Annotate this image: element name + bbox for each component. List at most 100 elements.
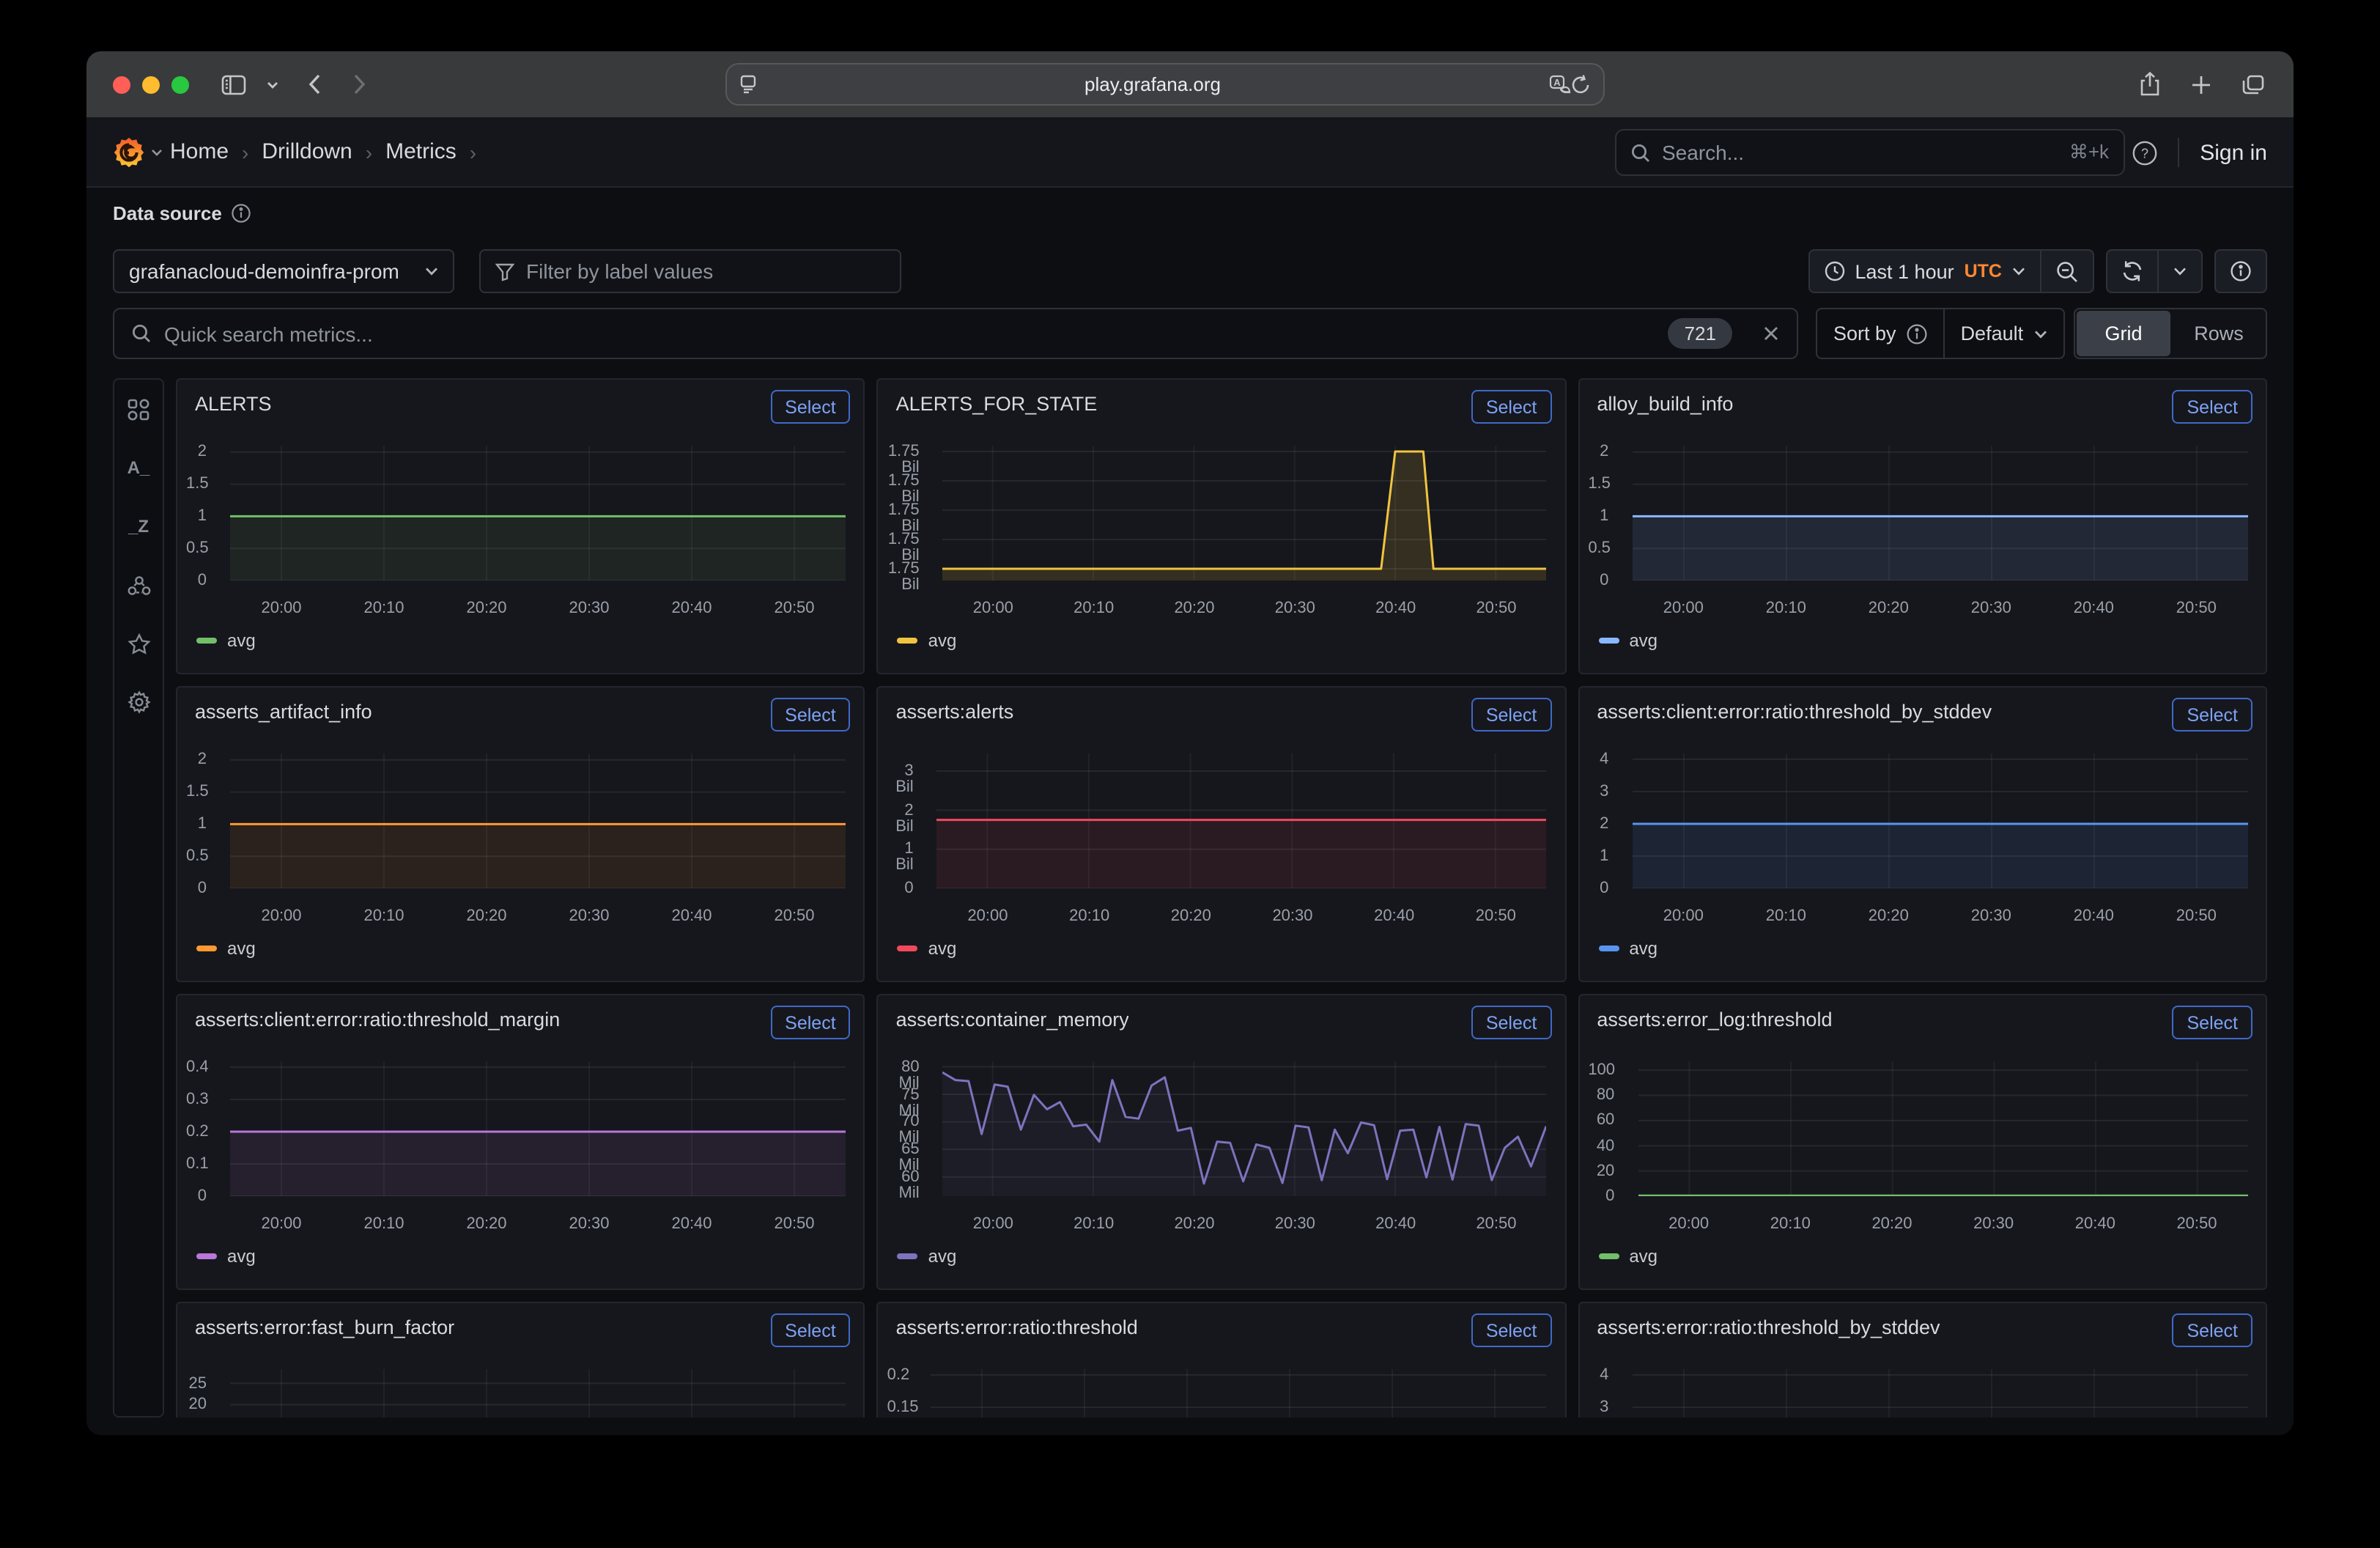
address-bar[interactable]: play.grafana.org A [725, 63, 1605, 106]
panel-select-button[interactable]: Select [1471, 1313, 1552, 1347]
panel-select-button[interactable]: Select [2173, 390, 2253, 424]
panel-select-button[interactable]: Select [770, 698, 851, 731]
x-axis-tick-label: 20:30 [1973, 1215, 2014, 1233]
breadcrumb-home[interactable]: Home [170, 139, 229, 164]
panel-legend[interactable]: avg [1598, 938, 1658, 959]
time-series-chart[interactable] [1632, 446, 2247, 580]
time-range-label: Last 1 hour [1855, 260, 1954, 282]
sort-by-select[interactable]: Default [1943, 309, 2063, 358]
data-source-select[interactable]: grafanacloud-demoinfra-prom [113, 249, 454, 293]
panel-select-button[interactable]: Select [770, 1313, 851, 1347]
panel-title: asserts:error:fast_burn_factor [195, 1316, 454, 1338]
quick-search-input[interactable]: Quick search metrics... 721 [113, 308, 1798, 359]
panel-legend[interactable]: avg [196, 1246, 256, 1267]
share-icon[interactable] [2140, 72, 2160, 97]
org-switcher-chevron-icon[interactable] [151, 148, 163, 157]
panel-legend[interactable]: avg [1598, 1246, 1658, 1267]
x-axis-tick-label: 20:40 [1374, 907, 1414, 925]
panel-legend[interactable]: avg [898, 630, 957, 651]
search-icon [1631, 143, 1650, 162]
info-icon[interactable] [1907, 323, 1927, 344]
panel-legend[interactable]: avg [898, 938, 957, 959]
view-grid-option[interactable]: Grid [2077, 311, 2170, 356]
panel-legend[interactable]: avg [898, 1246, 957, 1267]
x-axis-tick-label: 20:20 [466, 1215, 506, 1233]
chevron-down-icon [2033, 329, 2047, 338]
page-settings-icon[interactable] [740, 75, 756, 94]
panel-select-button[interactable]: Select [2173, 1006, 2253, 1039]
page-info-button[interactable] [2216, 251, 2266, 292]
y-axis-tick-label: 100 [1588, 1063, 1614, 1079]
breadcrumb-drilldown[interactable]: Drilldown [262, 139, 352, 164]
chevron-down-icon [2012, 267, 2025, 276]
x-axis-tick-label: 20:20 [1171, 907, 1211, 925]
panel-legend[interactable]: avg [196, 630, 256, 651]
info-icon[interactable] [232, 204, 251, 223]
time-series-chart[interactable] [943, 446, 1547, 580]
bookmarks-star-icon[interactable] [127, 632, 150, 655]
minimize-window-button[interactable] [142, 75, 160, 93]
y-axis-tick-label: 1.5 [186, 785, 207, 801]
sort-by-label-segment: Sort by [1817, 309, 1943, 358]
y-axis-tick-label: 0.2 [186, 1124, 207, 1140]
sidebar-toggle-icon[interactable] [221, 74, 246, 95]
view-rows-option[interactable]: Rows [2172, 309, 2266, 358]
close-window-button[interactable] [113, 75, 130, 93]
metric-panel: asserts:container_memorySelect80 Mil75 M… [877, 994, 1567, 1290]
y-axis-tick-label: 0.2 [887, 1368, 908, 1384]
x-axis-tick-label: 20:30 [1971, 907, 2011, 925]
time-range-button[interactable]: Last 1 hour UTC [1810, 251, 2041, 292]
time-series-chart[interactable] [230, 1369, 846, 1418]
time-series-chart[interactable] [230, 753, 846, 888]
time-series-chart[interactable] [230, 1061, 846, 1196]
panel-select-button[interactable]: Select [1471, 1006, 1552, 1039]
panel-select-button[interactable]: Select [2173, 1313, 2253, 1347]
time-series-chart[interactable] [937, 753, 1547, 888]
forward-button[interactable] [353, 73, 366, 95]
reload-icon[interactable] [1571, 74, 1590, 95]
panel-legend[interactable]: avg [196, 938, 256, 959]
panel-select-button[interactable]: Select [1471, 390, 1552, 424]
x-axis-tick-label: 20:30 [569, 907, 609, 925]
time-series-chart[interactable] [1632, 753, 2247, 888]
y-axis-tick-label: 0.15 [887, 1400, 908, 1416]
group-cluster-icon[interactable] [127, 573, 150, 597]
time-series-chart[interactable] [943, 1061, 1547, 1196]
label-filter-input[interactable]: Filter by label values [479, 249, 901, 293]
panel-select-button[interactable]: Select [770, 1006, 851, 1039]
time-series-chart[interactable] [230, 446, 846, 580]
grafana-logo[interactable] [113, 136, 145, 169]
y-axis-tick-label: 0 [186, 881, 207, 897]
time-series-chart[interactable] [1638, 1061, 2247, 1196]
clear-search-icon[interactable] [1763, 325, 1779, 342]
browser-titlebar: play.grafana.org A [86, 51, 2294, 117]
zoom-out-time-button[interactable] [2040, 251, 2093, 292]
tab-overview-icon[interactable] [2242, 74, 2264, 95]
y-axis-tick-label: 0 [887, 881, 914, 897]
zoom-window-button[interactable] [171, 75, 189, 93]
metric-panel: ALERTS_FOR_STATESelect1.75 Bil1.75 Bil1.… [877, 378, 1567, 674]
breadcrumb-metrics[interactable]: Metrics [385, 139, 457, 164]
sidebar-chevron-icon[interactable] [267, 80, 278, 89]
new-tab-icon[interactable] [2191, 74, 2211, 95]
all-metrics-icon[interactable] [127, 397, 150, 421]
refresh-button[interactable] [2107, 251, 2157, 292]
time-series-chart[interactable] [1632, 1369, 2247, 1418]
panel-legend[interactable]: avg [1598, 630, 1658, 651]
panel-select-button[interactable]: Select [1471, 698, 1552, 731]
metric-panel: asserts:error_log:thresholdSelect1008060… [1578, 994, 2267, 1290]
sort-a-first-icon[interactable]: A_ [127, 456, 150, 479]
translate-icon[interactable]: A [1549, 75, 1571, 94]
refresh-interval-button[interactable] [2157, 251, 2201, 292]
help-icon[interactable]: ? [2132, 140, 2157, 165]
sort-z-first-icon[interactable]: _Z [127, 515, 150, 538]
global-search-input[interactable]: Search... ⌘+k [1615, 129, 2125, 176]
settings-gear-icon[interactable] [127, 690, 150, 714]
panel-select-button[interactable]: Select [770, 390, 851, 424]
panel-select-button[interactable]: Select [2173, 698, 2253, 731]
sign-in-button[interactable]: Sign in [2200, 140, 2267, 165]
time-series-chart[interactable] [931, 1369, 1547, 1418]
url-text: play.grafana.org [756, 73, 1549, 95]
legend-series-name: avg [227, 938, 256, 959]
back-button[interactable] [308, 73, 321, 95]
